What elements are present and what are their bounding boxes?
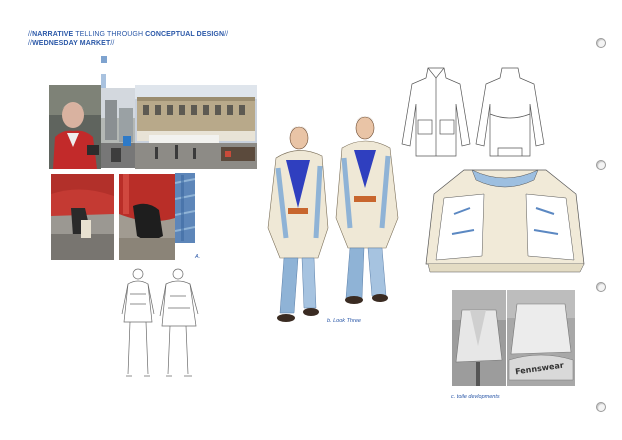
binder-hole-middle <box>596 160 606 170</box>
line-drawing-figures <box>116 264 206 384</box>
flat-drawing-open-jacket <box>424 164 586 276</box>
photo-toile-2: Fennswear <box>507 290 575 386</box>
page-title: //NARRATIVE TELLING THROUGH CONCEPTUAL D… <box>28 31 229 38</box>
flat-drawing-jacket-front <box>400 64 472 160</box>
binder-hole-lower <box>596 282 606 292</box>
photo-market-hall <box>135 85 257 169</box>
presentation-page: //NARRATIVE TELLING THROUGH CONCEPTUAL D… <box>0 0 622 440</box>
illustration-look-three <box>258 108 408 328</box>
binder-hole-top <box>596 38 606 48</box>
caption-a: A. <box>195 254 201 260</box>
denim-swatch <box>175 173 195 243</box>
fabric-swatch-small <box>101 56 107 63</box>
photo-jacket-detail-2 <box>119 174 175 260</box>
photo-toile-1 <box>452 290 506 386</box>
photo-jacket-detail-1 <box>51 174 114 260</box>
flat-drawing-jacket-back <box>474 64 546 160</box>
caption-look-three: b. Look Three <box>327 318 361 324</box>
binder-hole-bottom <box>596 402 606 412</box>
fabric-swatch-small-2 <box>101 74 106 88</box>
page-subtitle: //WEDNESDAY MARKET// <box>28 40 115 47</box>
photo-elderly-man <box>49 85 101 169</box>
caption-toile-developments: c. toile devlopments <box>451 394 500 400</box>
photo-street-corner <box>101 88 135 168</box>
